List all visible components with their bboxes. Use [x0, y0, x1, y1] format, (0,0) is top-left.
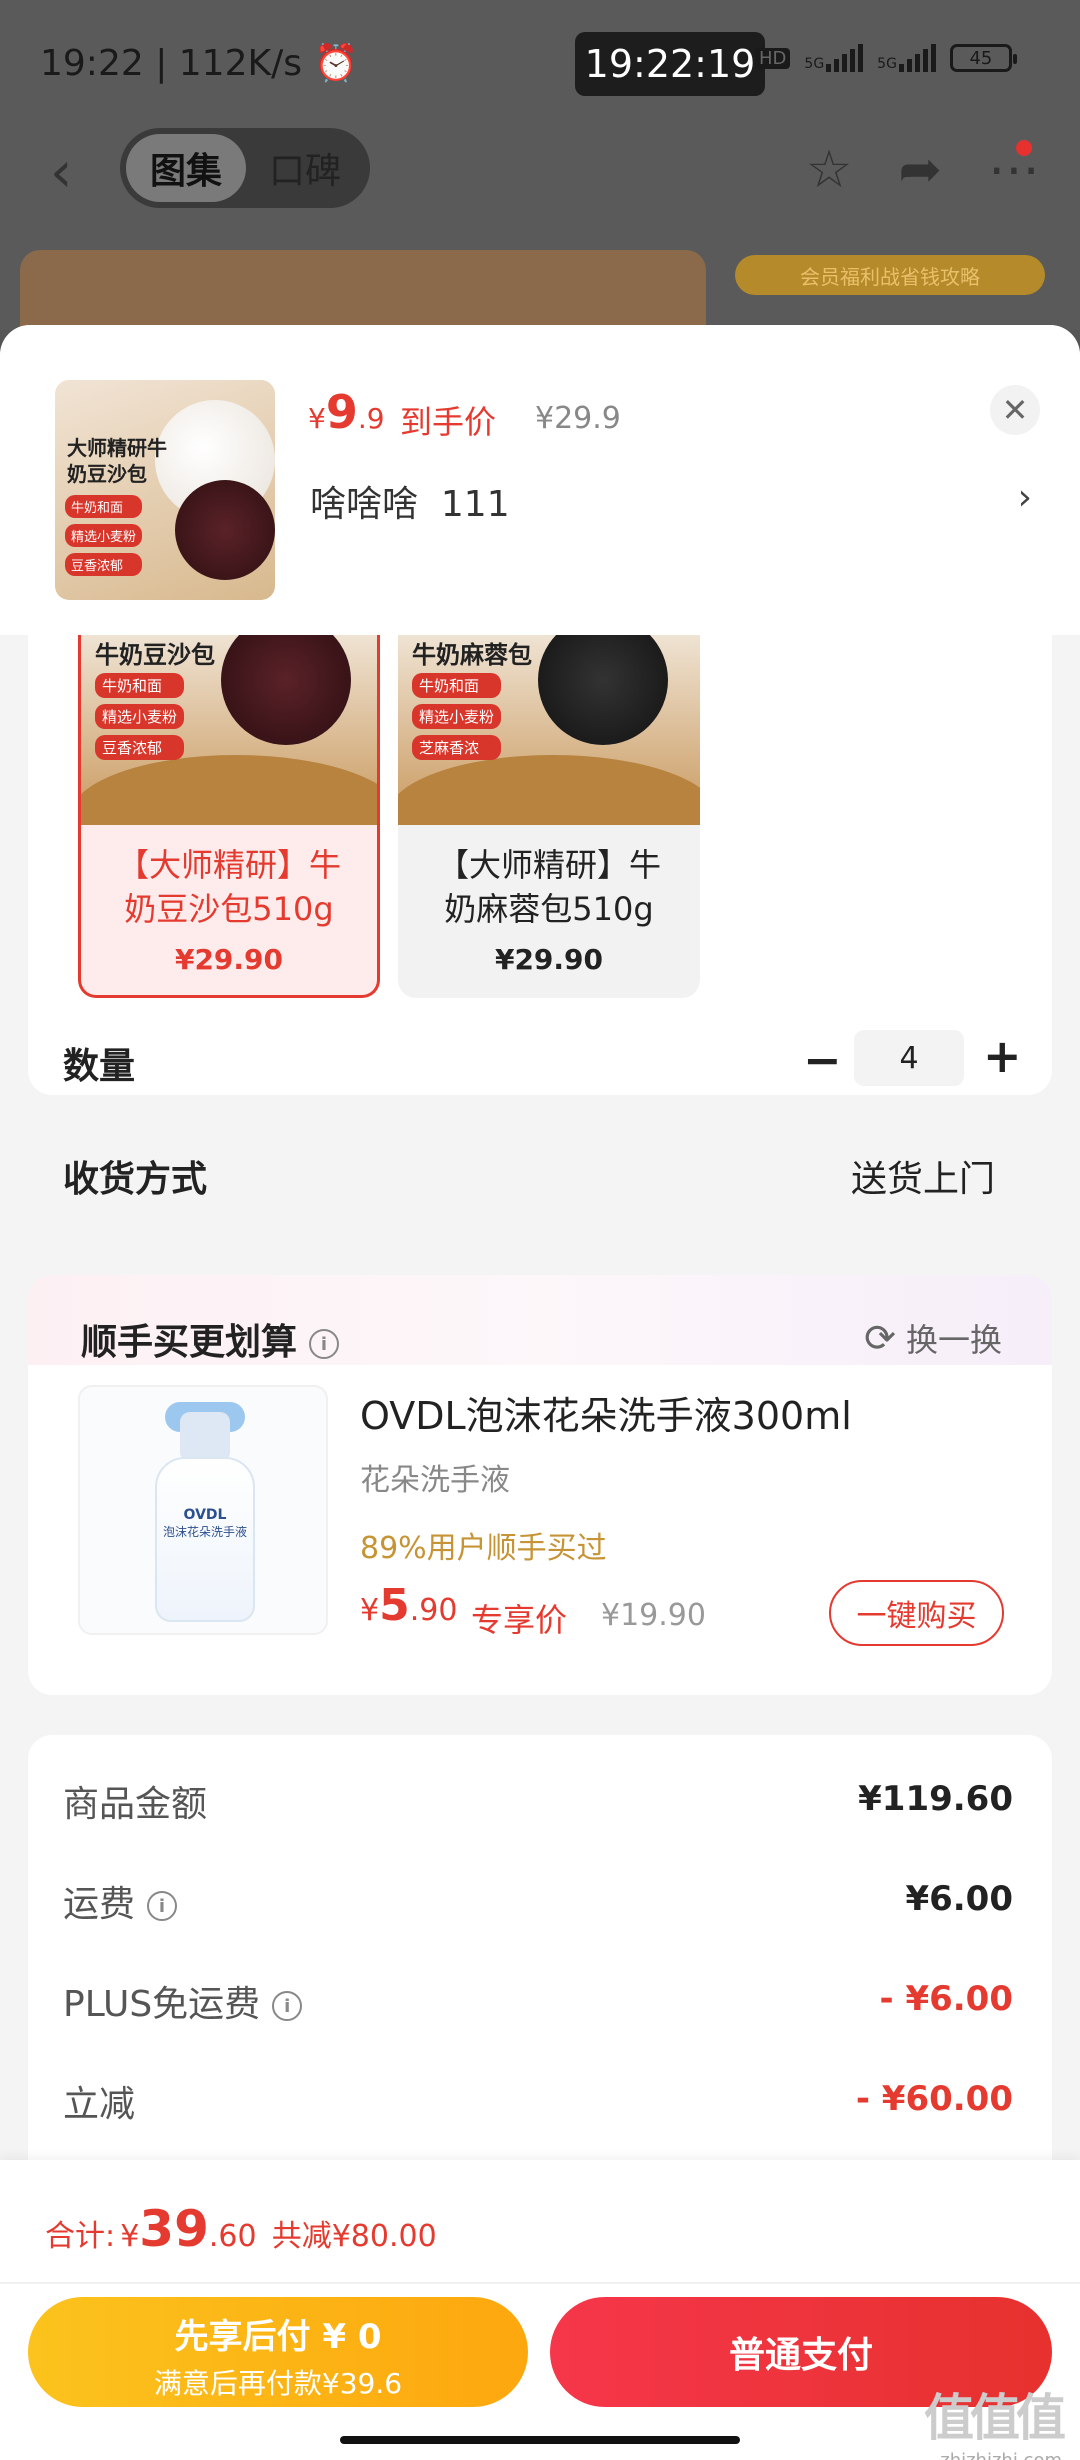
- selected-spec[interactable]: 啥啥啥 111: [310, 475, 510, 527]
- quantity-plus-button[interactable]: +: [983, 1029, 1022, 1083]
- quantity-label: 数量: [63, 1046, 136, 1087]
- fee-value: ¥119.60: [858, 1779, 1013, 1819]
- upsell-product-image[interactable]: OVDL 泡沫花朵洗手液: [78, 1385, 328, 1635]
- fee-label: 立减: [63, 2084, 136, 2125]
- share-icon[interactable]: ➦: [898, 140, 942, 200]
- total-price: 合计: ¥39.60 共减¥80.00: [45, 2200, 437, 2258]
- variant-image-label: 牛奶豆沙包: [95, 641, 215, 669]
- refresh-label: 换一换: [905, 1321, 1002, 1359]
- pay-later-sublabel: 满意后再付款¥39.6: [153, 2367, 403, 2400]
- total-discount: 共减¥80.00: [271, 2219, 437, 2254]
- status-bar: 19:22 | 112K/s ⏰ 19:22:19 HD 5G 5G 45: [0, 0, 1080, 130]
- quantity-input[interactable]: 4: [854, 1030, 964, 1086]
- total-label: 合计:: [45, 2219, 116, 2254]
- refresh-button[interactable]: ⟳ 换一换: [864, 1315, 1002, 1361]
- variant-tag: 芝麻香浓: [412, 735, 502, 760]
- variant-tag: 牛奶和面: [412, 673, 502, 698]
- variant-name: 【大师精研】牛奶麻蓉包510g: [436, 846, 661, 928]
- battery-icon: 45: [949, 44, 1017, 72]
- bottle-brand: OVDL: [183, 1507, 227, 1523]
- hd-badge: HD: [755, 47, 791, 69]
- fee-row: 立减 - ¥60.00: [63, 2075, 1013, 2135]
- upsell-product-subtitle: 花朵洗手液: [360, 1463, 510, 1498]
- watermark: 值值值 zhizhizhi.com: [924, 2389, 1066, 2460]
- original-price: ¥29.9: [535, 401, 621, 436]
- variant-tag: 豆香浓郁: [95, 735, 185, 760]
- fee-label: 商品金额: [63, 1784, 208, 1825]
- refresh-icon: ⟳: [864, 1316, 896, 1360]
- variant-image: 牛奶麻蓉包 牛奶和面 精选小麦粉 芝麻香浓: [398, 635, 700, 825]
- background-banner: [20, 250, 706, 330]
- thumb-tag: 精选小麦粉: [65, 524, 143, 547]
- back-arrow-icon[interactable]: ‹: [50, 140, 72, 205]
- upsell-popularity: 89%用户顺手买过: [360, 1531, 607, 1566]
- variant-tag: 精选小麦粉: [412, 704, 502, 729]
- info-icon[interactable]: i: [147, 1891, 178, 1921]
- chevron-right-icon[interactable]: ›: [1018, 477, 1032, 518]
- signal-icon: 5G: [804, 44, 864, 72]
- thumb-tag: 牛奶和面: [65, 495, 143, 518]
- variant-price: ¥29.90: [174, 943, 284, 976]
- product-thumbnail: 大师精研牛奶豆沙包 牛奶和面 精选小麦粉 豆香浓郁: [55, 380, 275, 600]
- thumb-tag: 豆香浓郁: [65, 553, 143, 576]
- final-price: ¥9.9: [308, 385, 385, 439]
- quantity-minus-button[interactable]: −: [803, 1033, 842, 1087]
- info-icon[interactable]: i: [272, 1991, 303, 2021]
- network-speed: 112K/s: [178, 43, 302, 84]
- gallery-tab-switch[interactable]: 图集 口碑: [120, 128, 370, 208]
- final-price-label: 到手价: [400, 403, 497, 441]
- alarm-icon: ⏰: [313, 43, 359, 84]
- fee-breakdown-card: 商品金额 ¥119.60 运费 i ¥6.00 PLUS免运费 i - ¥6.00 …: [28, 1735, 1052, 2185]
- notification-dot: [1016, 140, 1032, 156]
- variant-tag: 牛奶和面: [95, 673, 185, 698]
- variant-option-selected[interactable]: 牛奶豆沙包 牛奶和面 精选小麦粉 豆香浓郁 【大师精研】牛奶豆沙包510g ¥2…: [78, 635, 380, 998]
- purchase-sheet: 大师精研牛奶豆沙包 牛奶和面 精选小麦粉 豆香浓郁 ¥9.9 到手价 ¥29.9…: [0, 325, 1080, 2460]
- upsell-product-name[interactable]: OVDL泡沫花朵洗手液300ml: [360, 1385, 852, 1440]
- upsell-card: 顺手买更划算 i ⟳ 换一换 OVDL 泡沫花朵洗手液 OVDL泡沫花朵洗手液300m…: [28, 1275, 1052, 1695]
- fee-row: 商品金额 ¥119.60: [63, 1775, 1013, 1835]
- info-icon[interactable]: i: [309, 1329, 340, 1359]
- home-indicator[interactable]: [340, 2436, 740, 2444]
- upsell-original-price: ¥19.90: [601, 1598, 706, 1633]
- background-coupon: 会员福利战省钱攻略: [735, 255, 1045, 295]
- variant-option[interactable]: 牛奶麻蓉包 牛奶和面 精选小麦粉 芝麻香浓 【大师精研】牛奶麻蓉包510g ¥2…: [398, 635, 700, 998]
- variant-price: ¥29.90: [494, 943, 604, 976]
- upsell-price: ¥5.90: [360, 1580, 458, 1631]
- status-time: 19:22: [40, 43, 144, 84]
- upsell-title: 顺手买更划算: [81, 1322, 298, 1363]
- product-header: 大师精研牛奶豆沙包 牛奶和面 精选小麦粉 豆香浓郁 ¥9.9 到手价 ¥29.9…: [0, 325, 1080, 635]
- signal-icon-2: 5G: [877, 44, 936, 72]
- fee-row: PLUS免运费 i - ¥6.00: [63, 1975, 1013, 2035]
- delivery-method[interactable]: 送货上门: [851, 1150, 995, 1202]
- pay-later-button[interactable]: 先享后付 ¥ 0 满意后再付款¥39.6: [28, 2297, 528, 2407]
- clock-overlay: 19:22:19: [575, 32, 765, 96]
- variant-image: 牛奶豆沙包 牛奶和面 精选小麦粉 豆香浓郁: [81, 635, 377, 825]
- fee-label: PLUS免运费: [63, 1984, 261, 2025]
- thumb-title: 大师精研牛奶豆沙包: [67, 436, 167, 486]
- variant-tag: 精选小麦粉: [95, 704, 185, 729]
- fee-label: 运费: [63, 1884, 136, 1925]
- spec-card: 牛奶豆沙包 牛奶和面 精选小麦粉 豆香浓郁 【大师精研】牛奶豆沙包510g ¥2…: [28, 635, 1052, 1095]
- close-icon[interactable]: ✕: [990, 385, 1040, 435]
- one-click-buy-button[interactable]: 一键购买: [829, 1580, 1004, 1646]
- pay-later-label: 先享后付 ¥ 0: [174, 2317, 382, 2357]
- checkout-bar: 合计: ¥39.60 共减¥80.00 先享后付 ¥ 0 满意后再付款¥39.6…: [0, 2160, 1080, 2460]
- variant-image-label: 牛奶麻蓉包: [412, 641, 532, 669]
- tab-reviews[interactable]: 口碑: [246, 142, 364, 194]
- tab-gallery[interactable]: 图集: [126, 134, 246, 202]
- delivery-label: 收货方式: [63, 1159, 208, 1200]
- fee-value: - ¥60.00: [855, 2079, 1013, 2119]
- more-icon[interactable]: ⋯: [988, 140, 1040, 200]
- star-icon[interactable]: ☆: [806, 140, 853, 200]
- fee-row: 运费 i ¥6.00: [63, 1875, 1013, 1935]
- upsell-price-label: 专享价: [471, 1601, 568, 1639]
- fee-value: - ¥6.00: [879, 1979, 1014, 2019]
- bottle-label: 泡沫花朵洗手液: [162, 1525, 247, 1539]
- fee-value: ¥6.00: [905, 1879, 1013, 1919]
- variant-name: 【大师精研】牛奶豆沙包510g: [116, 846, 341, 928]
